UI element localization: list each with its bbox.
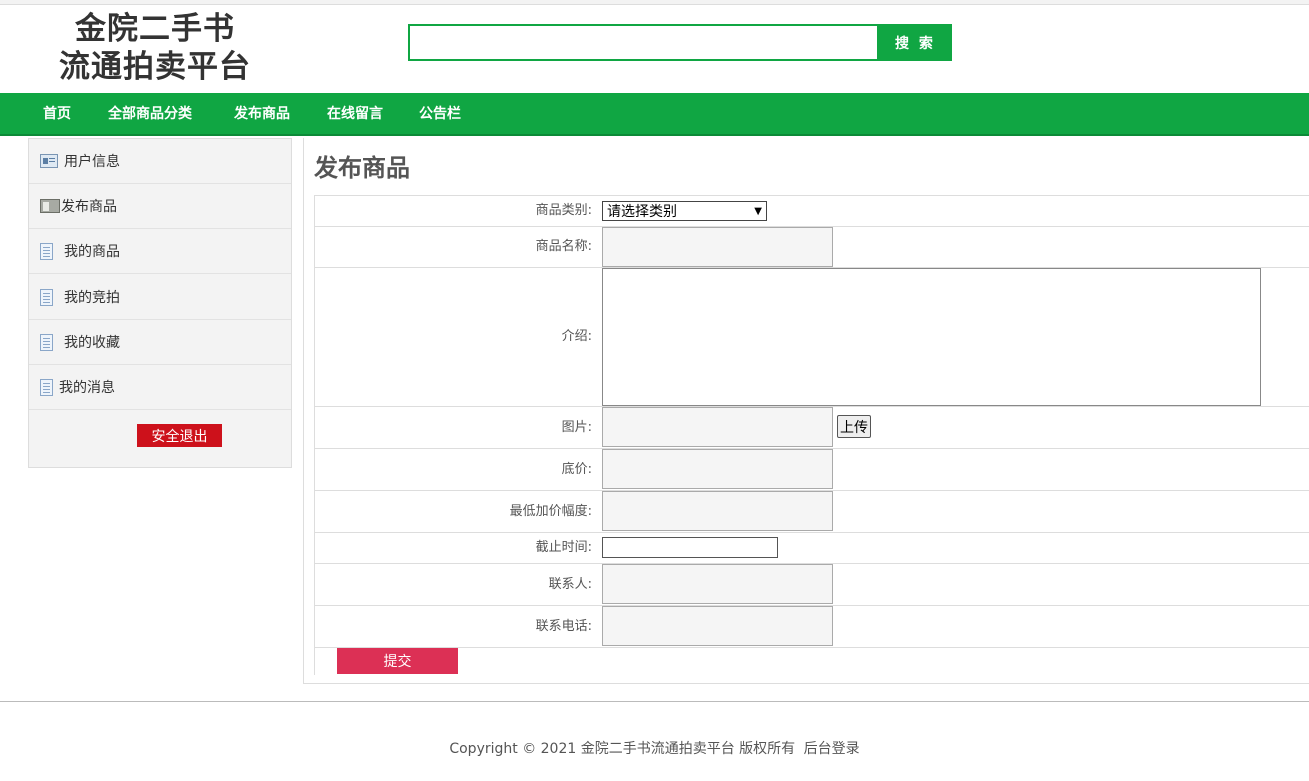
contact-label: 联系人: [548, 577, 592, 592]
form-row-image: 图片: 上传 [315, 407, 1309, 449]
intro-textarea[interactable] [602, 268, 1261, 406]
site-logo[interactable]: 金院二手书 流通拍卖平台 [40, 10, 270, 86]
form-row-deadline: 截止时间: [315, 533, 1309, 564]
sidebar-item-label: 我的收藏 [64, 335, 120, 351]
sidebar-item-my-messages[interactable]: 我的消息 [29, 365, 291, 410]
image-input[interactable] [602, 407, 833, 447]
chevron-down-icon: ▼ [754, 205, 762, 217]
sidebar-item-label: 发布商品 [61, 199, 117, 215]
nav-messages[interactable]: 在线留言 [327, 93, 383, 136]
nav-home[interactable]: 首页 [43, 93, 71, 136]
form-row-phone: 联系电话: [315, 606, 1309, 648]
main-nav: 首页 全部商品分类 发布商品 在线留言 公告栏 [0, 93, 1309, 136]
sidebar-item-my-goods[interactable]: 我的商品 [29, 229, 291, 274]
publish-form: 商品类别: 请选择类别 ▼ 商品名称: 介绍: 图片: 上传 底价: 最低加价幅… [314, 195, 1309, 675]
logo-line-2: 流通拍卖平台 [59, 49, 251, 85]
form-row-contact: 联系人: [315, 564, 1309, 606]
logo-line-1: 金院二手书 [75, 11, 235, 47]
user-sidebar: 用户信息 发布商品 我的商品 我的竞拍 我的收藏 我的消息 安全退出 [28, 138, 292, 468]
document-icon [40, 242, 53, 260]
sidebar-item-label: 我的竞拍 [64, 290, 120, 306]
copyright-text: Copyright © 2021 金院二手书流通拍卖平台 版权所有 [449, 741, 796, 757]
category-select[interactable]: 请选择类别 ▼ [602, 201, 767, 221]
main-content: 发布商品 商品类别: 请选择类别 ▼ 商品名称: 介绍: 图片: 上传 底价: … [303, 138, 1309, 684]
search-button[interactable]: 搜 索 [879, 24, 952, 61]
sidebar-item-label: 我的消息 [59, 380, 115, 396]
intro-label: 介绍: [561, 329, 592, 344]
form-row-name: 商品名称: [315, 227, 1309, 268]
name-input[interactable] [602, 227, 833, 267]
sidebar-item-user-info[interactable]: 用户信息 [29, 139, 291, 184]
sidebar-item-publish[interactable]: 发布商品 [29, 184, 291, 229]
nav-all-categories[interactable]: 全部商品分类 [108, 93, 192, 136]
min-increment-input[interactable] [602, 491, 833, 531]
upload-button[interactable]: 上传 [837, 415, 871, 438]
page-title: 发布商品 [314, 154, 410, 182]
sidebar-item-my-favorites[interactable]: 我的收藏 [29, 320, 291, 365]
admin-login-link[interactable]: 后台登录 [804, 741, 860, 757]
logout-button[interactable]: 安全退出 [137, 424, 222, 447]
search-input[interactable] [408, 24, 879, 61]
sidebar-item-my-bids[interactable]: 我的竞拍 [29, 275, 291, 320]
contact-input[interactable] [602, 564, 833, 604]
image-label: 图片: [561, 420, 592, 435]
form-row-intro: 介绍: [315, 268, 1309, 407]
phone-input[interactable] [602, 606, 833, 646]
base-price-input[interactable] [602, 449, 833, 489]
document-icon [40, 288, 53, 306]
nav-publish[interactable]: 发布商品 [234, 93, 290, 136]
deadline-input[interactable] [602, 537, 778, 558]
sidebar-item-label: 我的商品 [64, 244, 120, 260]
phone-label: 联系电话: [535, 619, 592, 634]
form-row-submit: 提交 [315, 648, 1309, 675]
form-row-category: 商品类别: 请选择类别 ▼ [315, 196, 1309, 227]
form-row-min-increment: 最低加价幅度: [315, 491, 1309, 533]
document-icon [40, 333, 53, 351]
top-border [0, 0, 1309, 5]
document-icon [40, 378, 53, 396]
sidebar-item-label: 用户信息 [64, 154, 120, 170]
footer-divider [0, 701, 1309, 702]
category-label: 商品类别: [535, 203, 592, 218]
phone-icon [40, 199, 60, 213]
deadline-label: 截止时间: [535, 540, 592, 555]
category-select-value: 请选择类别 [607, 204, 677, 220]
search-bar: 搜 索 [408, 24, 952, 61]
nav-announcements[interactable]: 公告栏 [419, 93, 461, 136]
submit-button[interactable]: 提交 [337, 648, 458, 674]
base-price-label: 底价: [561, 462, 592, 477]
min-increment-label: 最低加价幅度: [509, 504, 592, 519]
name-label: 商品名称: [535, 239, 592, 254]
form-row-base-price: 底价: [315, 449, 1309, 491]
user-card-icon [40, 154, 58, 168]
footer: Copyright © 2021 金院二手书流通拍卖平台 版权所有 后台登录 [0, 738, 1309, 758]
